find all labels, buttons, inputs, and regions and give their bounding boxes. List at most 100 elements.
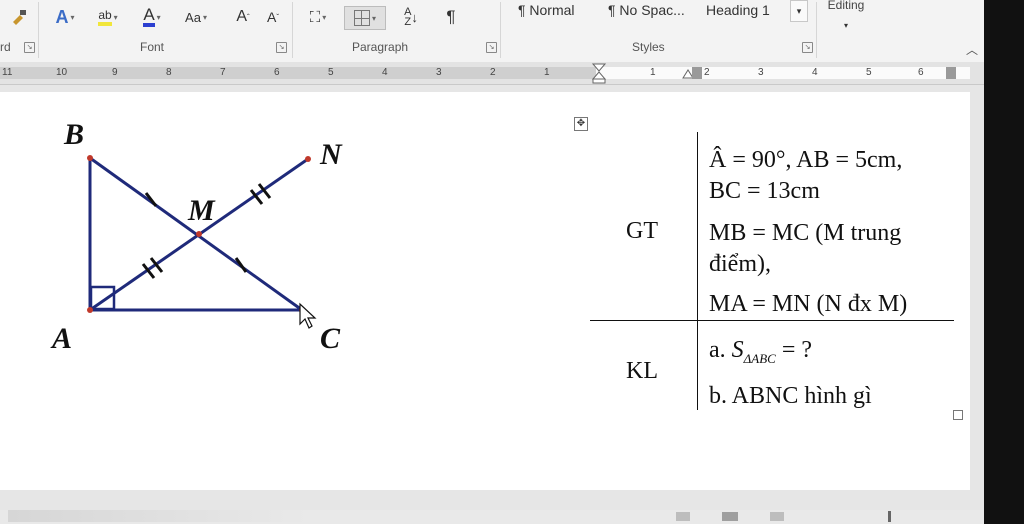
ruler-number: 7 (220, 67, 226, 78)
shrink-font-label: A (266, 9, 277, 25)
gt-line-angle-ab: Â = 90°, AB = 5cm, (709, 147, 903, 173)
kl-item-a: a. SΔABC = ? (709, 337, 812, 367)
style-normal[interactable]: ¶ Normal (512, 0, 608, 20)
status-text-area (8, 510, 308, 522)
style-heading-1[interactable]: Heading 1 (700, 0, 794, 20)
style-heading-1-label: Heading 1 (706, 2, 770, 18)
geometry-figure: B N M A C (50, 118, 343, 355)
column-marker[interactable] (692, 67, 702, 79)
change-case-button[interactable]: Aa ▾ (178, 6, 214, 28)
ruler-number: 4 (812, 67, 818, 78)
style-normal-label: ¶ Normal (518, 2, 575, 18)
kl-item-b: b. ABNC hình gì (709, 383, 872, 409)
table-horizontal-border (590, 320, 954, 321)
style-no-spacing[interactable]: ¶ No Spac... (602, 0, 706, 20)
ruler-number: 1 (544, 67, 550, 78)
horizontal-ruler[interactable]: 11 10 9 8 7 6 5 4 3 2 1 1 2 3 4 5 6 (0, 62, 984, 85)
point-a (87, 307, 93, 313)
ribbon: A ▾ ab ▾ A ▾ Aa ▾ Aˆ Aˇ ⛶ ▾ ▾ A Z ↓ ¶ ¶ Normal (0, 0, 984, 63)
ribbon-tools-row: A ▾ ab ▾ A ▾ Aa ▾ Aˆ Aˇ ⛶ ▾ ▾ A Z ↓ ¶ ¶ Normal (0, 0, 984, 34)
column-marker[interactable] (946, 67, 956, 79)
shrink-font-button[interactable]: Aˇ (264, 6, 282, 28)
kl-a-subscript: ΔABC (743, 350, 776, 366)
kl-a-prefix: a. (709, 337, 726, 363)
style-no-spacing-label: ¶ No Spac... (608, 2, 685, 18)
collapse-ribbon-icon[interactable]: ︿ (964, 38, 980, 60)
gt-line-midpoint: điểm), (709, 251, 771, 277)
format-painter-icon[interactable] (8, 6, 30, 28)
styles-launcher-icon[interactable]: ↘ (802, 42, 813, 53)
expand-gallery-icon: ▾ (796, 5, 802, 16)
ruler-number: 9 (112, 67, 118, 78)
ribbon-separator (816, 2, 817, 58)
ruler-number: 5 (866, 67, 872, 78)
gt-kl-table: GT KL Â = 90°, AB = 5cm, BC = 13cm MB = … (590, 132, 954, 410)
gt-label: GT (626, 218, 658, 244)
gt-line-ma-mn: MA = MN (N đx M) (709, 291, 908, 317)
ruler-number: 11 (2, 67, 13, 78)
point-b (87, 155, 93, 161)
clipboard-launcher-icon[interactable]: ↘ (24, 42, 35, 53)
text-effects-button[interactable]: A ▾ (50, 6, 80, 28)
gt-line-mb-mc: MB = MC (M trung (709, 220, 902, 246)
gt-line-bc: BC = 13cm (709, 178, 820, 204)
label-m: M (187, 194, 216, 227)
ruler-number: 8 (166, 67, 172, 78)
sort-icon: AZ (404, 6, 412, 28)
ruler-number: 2 (490, 67, 496, 78)
kl-a-suffix: = ? (781, 337, 813, 363)
mouse-cursor-icon (299, 302, 317, 329)
web-layout-icon[interactable] (770, 512, 784, 521)
point-n (305, 156, 311, 162)
paragraph-group-label: Paragraph (352, 40, 409, 54)
zoom-slider-thumb[interactable] (888, 511, 891, 522)
ruler-number: 5 (328, 67, 334, 78)
ruler-number: 4 (382, 67, 388, 78)
ruler-number: 3 (758, 67, 764, 78)
ruler-number: 1 (650, 67, 656, 78)
indent-marker-icon[interactable] (592, 62, 606, 84)
highlight-icon: ab (98, 8, 112, 26)
editing-dropdown-icon[interactable]: ▾ (838, 14, 854, 36)
grow-font-label: A (236, 8, 247, 25)
change-case-label: Aa (185, 9, 201, 25)
ruler-number: 10 (56, 67, 68, 78)
status-bar (0, 510, 984, 524)
ribbon-separator (38, 2, 39, 58)
font-launcher-icon[interactable]: ↘ (276, 42, 287, 53)
shading-button[interactable]: ⛶ ▾ (300, 6, 336, 28)
table-resize-handle[interactable] (953, 410, 963, 420)
table-move-handle-icon[interactable]: ✥ (574, 117, 588, 131)
grow-font-button[interactable]: Aˆ (234, 6, 252, 28)
print-layout-icon[interactable] (722, 512, 738, 521)
label-c: C (320, 322, 341, 355)
label-b: B (63, 118, 84, 151)
editing-label: Editing (827, 0, 865, 12)
text-effects-icon: A (55, 6, 69, 27)
paragraph-launcher-icon[interactable]: ↘ (486, 42, 497, 53)
borders-button[interactable]: ▾ (344, 6, 386, 30)
ribbon-separator (500, 2, 501, 58)
read-mode-icon[interactable] (676, 512, 690, 521)
font-group-label: Font (140, 40, 165, 54)
font-color-icon: A (143, 6, 155, 27)
vertical-scrollbar[interactable] (984, 0, 1024, 524)
kl-a-symbol: S (731, 337, 744, 363)
ruler-number: 6 (274, 67, 280, 78)
borders-icon (353, 10, 370, 26)
styles-more-button[interactable]: ▾ (790, 0, 808, 22)
label-a: A (50, 322, 72, 355)
styles-group-label: Styles (632, 40, 665, 54)
label-n: N (319, 138, 343, 171)
paint-bucket-icon: ⛶ (309, 8, 321, 26)
ribbon-separator (292, 2, 293, 58)
show-marks-button[interactable]: ¶ (440, 6, 462, 28)
ruler-number: 6 (918, 67, 924, 78)
sort-button[interactable]: A Z ↓ (400, 6, 422, 28)
font-color-button[interactable]: A ▾ (134, 6, 170, 28)
highlight-color-button[interactable]: ab ▾ (88, 6, 128, 28)
document-page[interactable]: B N M A C ✥ GT KL Â = 90°, AB = 5cm, BC … (0, 92, 970, 490)
ruler-margin-area (0, 67, 596, 79)
ruler-number: 3 (436, 67, 442, 78)
kl-label: KL (626, 358, 658, 384)
